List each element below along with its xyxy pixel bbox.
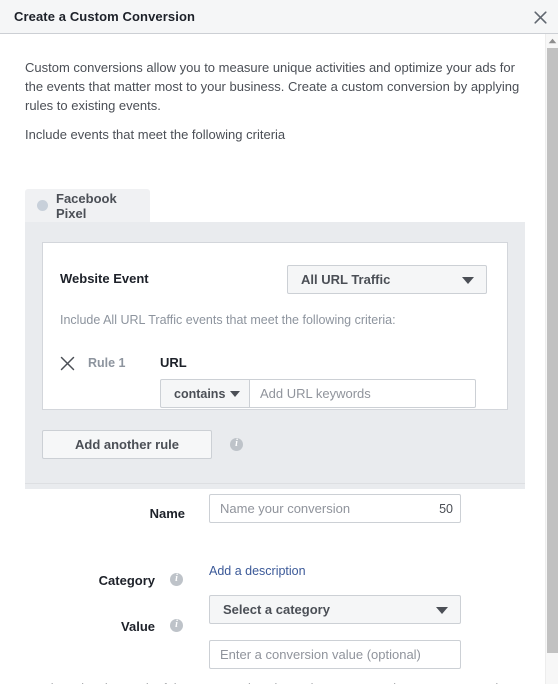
rule-operator-select[interactable]: contains (160, 379, 250, 408)
chevron-down-icon (436, 606, 448, 614)
tab-label: Facebook Pixel (56, 190, 117, 221)
vertical-scrollbar[interactable] (545, 34, 558, 684)
rule-field-label: URL (160, 355, 187, 370)
chevron-down-icon (462, 276, 474, 284)
pixel-rules-panel: Website Event All URL Traffic Include Al… (25, 222, 525, 489)
remove-rule-icon[interactable] (60, 356, 75, 371)
create-custom-conversion-dialog: Create a Custom Conversion Custom conver… (0, 0, 558, 684)
chevron-down-icon (230, 390, 240, 397)
add-description-link[interactable]: Add a description (209, 564, 306, 578)
close-icon[interactable] (531, 8, 549, 26)
category-selected-value: Select a category (223, 602, 330, 617)
scroll-up-arrow-icon[interactable] (546, 34, 558, 47)
add-another-rule-button[interactable]: Add another rule (42, 430, 212, 459)
website-event-selected-value: All URL Traffic (301, 272, 391, 287)
url-keywords-input[interactable] (250, 379, 476, 408)
intro-paragraph: Custom conversions allow you to measure … (25, 60, 520, 113)
footer-note: Set the value that each of these convers… (25, 680, 530, 684)
dialog-titlebar: Create a Custom Conversion (0, 0, 558, 34)
category-label: Category (98, 573, 155, 588)
name-char-count: 50 (439, 502, 453, 516)
section-divider (25, 483, 525, 484)
rule-name-label: Rule 1 (88, 356, 126, 370)
value-label: Value (121, 619, 155, 634)
name-label: Name (149, 506, 185, 521)
dialog-title: Create a Custom Conversion (14, 9, 196, 24)
rule-operator-value: contains (174, 386, 226, 401)
conversion-value-input[interactable] (209, 640, 461, 669)
tab-facebook-pixel[interactable]: Facebook Pixel (25, 189, 150, 222)
include-criteria-line: Include All URL Traffic events that meet… (60, 313, 396, 327)
pixel-status-dot-icon (37, 200, 48, 211)
dialog-body: Custom conversions allow you to measure … (0, 34, 545, 684)
info-icon[interactable] (170, 572, 183, 586)
website-event-label: Website Event (60, 271, 149, 286)
website-event-card: Website Event All URL Traffic Include Al… (42, 242, 508, 410)
scrollbar-thumb[interactable] (547, 48, 558, 653)
category-select[interactable]: Select a category (209, 595, 461, 624)
info-icon[interactable] (230, 437, 243, 451)
criteria-label: Include events that meet the following c… (25, 127, 286, 142)
info-icon[interactable] (170, 618, 183, 632)
conversion-name-input[interactable] (209, 494, 461, 523)
website-event-select[interactable]: All URL Traffic (287, 265, 487, 294)
